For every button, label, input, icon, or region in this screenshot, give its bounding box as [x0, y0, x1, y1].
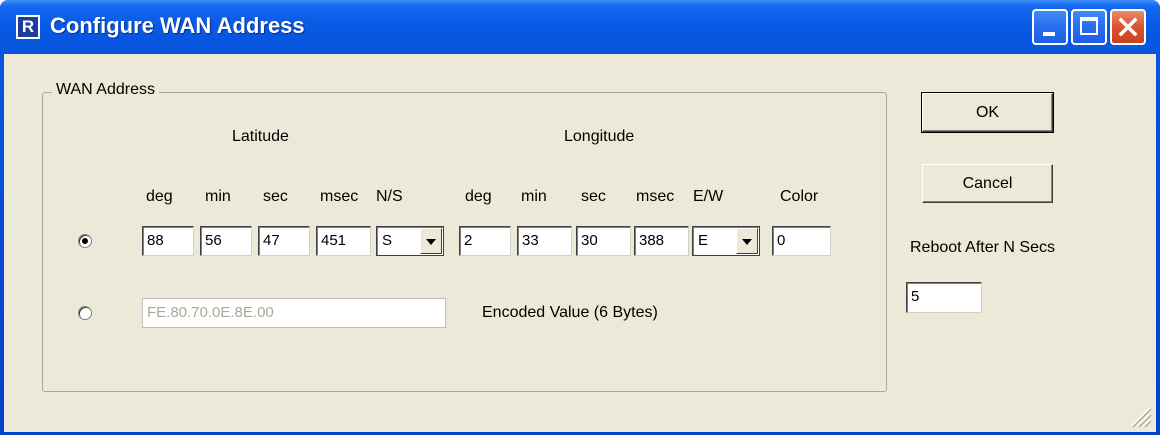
latitude-sec-input[interactable]: 47 — [258, 226, 310, 256]
title-bar[interactable]: R Configure WAN Address — [0, 0, 1160, 54]
latitude-heading: Latitude — [232, 128, 289, 145]
lon-ew-label: E/W — [693, 188, 724, 205]
latitude-hemisphere-value: S — [382, 232, 393, 249]
chevron-down-icon[interactable] — [736, 228, 758, 254]
dialog-client-area: WAN Address Latitude Longitude deg min s… — [4, 54, 1156, 432]
chevron-down-icon[interactable] — [420, 228, 442, 254]
maximize-icon — [1080, 17, 1098, 35]
reboot-seconds-input[interactable]: 5 — [906, 282, 982, 313]
lon-deg-label: deg — [465, 188, 492, 205]
lon-msec-label: msec — [636, 188, 675, 205]
lat-sec-label: sec — [263, 188, 288, 205]
encoded-value-label: Encoded Value (6 Bytes) — [482, 304, 658, 321]
lon-sec-label: sec — [581, 188, 606, 205]
window-title: Configure WAN Address — [50, 13, 305, 38]
longitude-msec-input[interactable]: 388 — [634, 226, 689, 256]
longitude-hemisphere-select[interactable]: E — [692, 226, 760, 256]
coordinates-mode-radio[interactable] — [78, 234, 92, 248]
longitude-min-input[interactable]: 33 — [517, 226, 572, 256]
latitude-deg-input[interactable]: 88 — [142, 226, 194, 256]
minimize-icon — [1043, 32, 1055, 36]
longitude-deg-input[interactable]: 2 — [459, 226, 511, 256]
encoded-mode-radio[interactable] — [78, 306, 92, 320]
wan-address-group-label: WAN Address — [52, 81, 159, 99]
longitude-hemisphere-value: E — [698, 232, 709, 249]
latitude-msec-input[interactable]: 451 — [316, 226, 371, 256]
latitude-min-input[interactable]: 56 — [200, 226, 252, 256]
encoded-value-input[interactable]: FE.80.70.0E.8E.00 — [142, 298, 446, 328]
lat-ns-label: N/S — [376, 188, 403, 205]
latitude-hemisphere-select[interactable]: S — [376, 226, 444, 256]
resize-grip-icon[interactable] — [1128, 404, 1152, 428]
color-label: Color — [780, 188, 819, 205]
dialog-window: R Configure WAN Address WAN Address Lati… — [0, 0, 1160, 435]
lon-min-label: min — [521, 188, 547, 205]
ok-button[interactable]: OK — [921, 92, 1054, 133]
color-input[interactable]: 0 — [772, 226, 831, 256]
lat-msec-label: msec — [320, 188, 359, 205]
cancel-button[interactable]: Cancel — [922, 164, 1053, 203]
minimize-button[interactable] — [1032, 9, 1068, 45]
maximize-button[interactable] — [1071, 9, 1107, 45]
close-button[interactable] — [1110, 9, 1146, 45]
lat-min-label: min — [205, 188, 231, 205]
lat-deg-label: deg — [146, 188, 173, 205]
reboot-label: Reboot After N Secs — [910, 239, 1055, 256]
longitude-sec-input[interactable]: 30 — [576, 226, 631, 256]
longitude-heading: Longitude — [564, 128, 635, 145]
app-icon: R — [16, 15, 40, 39]
close-icon — [1118, 17, 1138, 37]
